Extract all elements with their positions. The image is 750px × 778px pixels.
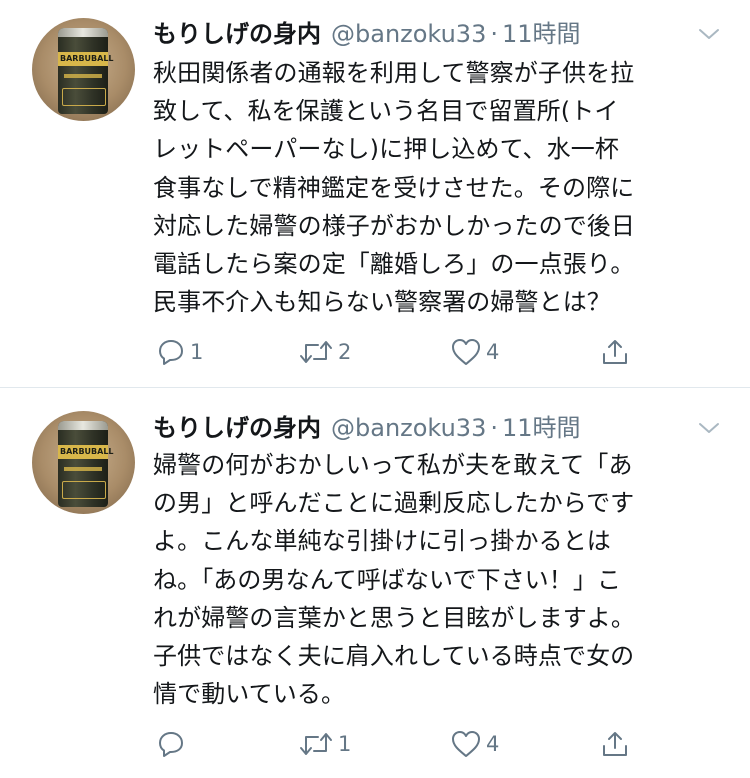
like-icon xyxy=(452,731,480,757)
tweet-header: もりしげの身内 @banzoku33 · 11時間 xyxy=(153,14,581,50)
reply-count: 1 xyxy=(190,340,204,364)
retweet-count: 1 xyxy=(338,732,352,756)
share-button[interactable] xyxy=(600,728,630,760)
retweet-icon xyxy=(300,341,332,363)
retweet-icon xyxy=(300,733,332,755)
like-count: 4 xyxy=(486,732,500,756)
timestamp[interactable]: 11時間 xyxy=(502,408,581,443)
like-button[interactable]: 4 xyxy=(450,728,499,760)
share-icon xyxy=(603,340,627,364)
tweet[interactable]: BARBUBALL もりしげの身内 @banzoku33 · 11時間 秋田関係… xyxy=(0,0,750,387)
like-button[interactable]: 4 xyxy=(450,336,499,368)
retweet-button[interactable]: 1 xyxy=(298,728,351,760)
separator: · xyxy=(490,20,498,48)
tweet-actions: 1 4 xyxy=(150,728,630,760)
reply-button[interactable] xyxy=(156,728,190,760)
share-button[interactable] xyxy=(600,336,630,368)
retweet-count: 2 xyxy=(338,340,352,364)
reply-icon xyxy=(159,340,183,365)
beer-can-image: BARBUBALL xyxy=(58,421,114,507)
tweet-text: 婦警の何がおかしいって私が夫を敢えて「あ の男」と呼んだことに過剰反応したからで… xyxy=(153,451,635,709)
beer-can-image: BARBUBALL xyxy=(58,28,114,114)
tweet-header: もりしげの身内 @banzoku33 · 11時間 xyxy=(153,408,581,444)
like-count: 4 xyxy=(486,340,500,364)
timestamp[interactable]: 11時間 xyxy=(502,14,581,49)
display-name[interactable]: もりしげの身内 xyxy=(153,14,321,49)
avatar[interactable]: BARBUBALL xyxy=(32,18,135,121)
avatar[interactable]: BARBUBALL xyxy=(32,411,135,514)
tweet-actions: 1 2 4 xyxy=(150,336,630,368)
tweet[interactable]: BARBUBALL もりしげの身内 @banzoku33 · 11時間 婦警の何… xyxy=(0,387,750,777)
reply-button[interactable]: 1 xyxy=(156,336,203,368)
tweet-text: 秋田関係者の通報を利用して警察が子供を拉 致して、私を保護という名目で留置所(ト… xyxy=(153,59,635,317)
chevron-down-icon[interactable] xyxy=(696,24,722,44)
display-name[interactable]: もりしげの身内 xyxy=(153,408,321,443)
user-handle[interactable]: @banzoku33 xyxy=(331,414,486,442)
retweet-button[interactable]: 2 xyxy=(298,336,351,368)
separator: · xyxy=(490,414,498,442)
share-icon xyxy=(603,732,627,756)
chevron-down-icon[interactable] xyxy=(696,418,722,438)
like-icon xyxy=(452,339,480,365)
reply-icon xyxy=(159,732,183,757)
user-handle[interactable]: @banzoku33 xyxy=(331,20,486,48)
